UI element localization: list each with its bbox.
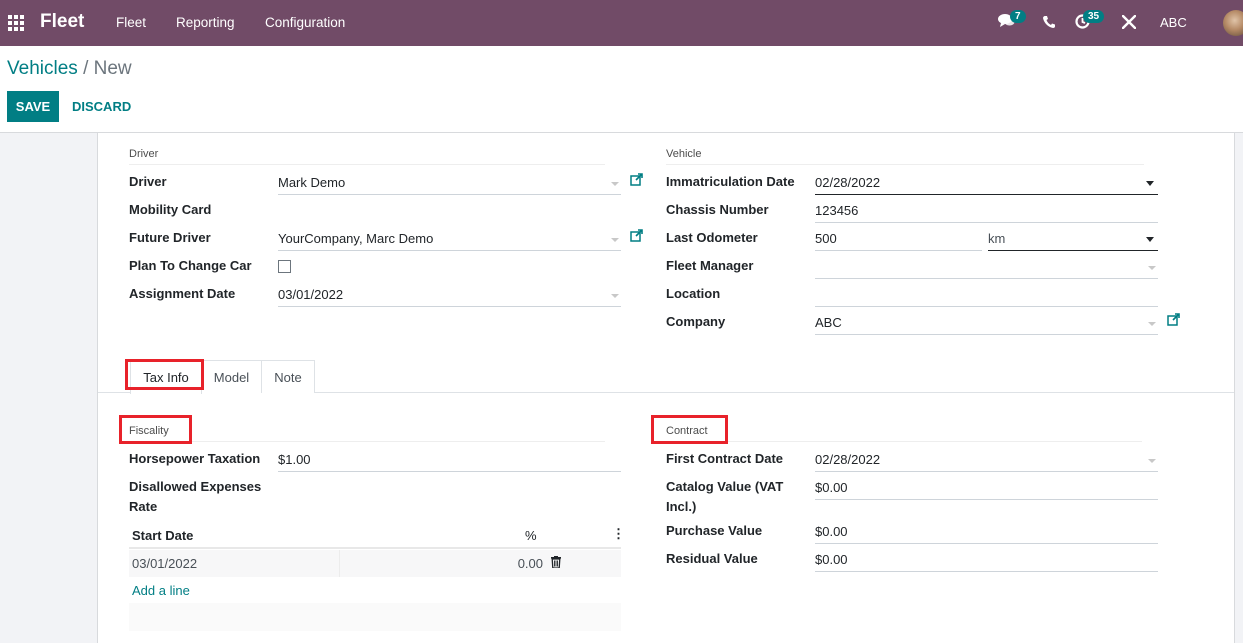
- residual-value-label: Residual Value: [666, 551, 758, 566]
- phone-icon[interactable]: [1043, 15, 1055, 32]
- plan-to-change-car-checkbox[interactable]: [278, 260, 291, 273]
- plan-to-change-car-label: Plan To Change Car: [129, 258, 252, 273]
- immatriculation-date-field[interactable]: 02/28/2022: [815, 173, 1158, 195]
- fleet-manager-field[interactable]: [815, 257, 1158, 279]
- location-label: Location: [666, 286, 721, 301]
- assignment-date-value: 03/01/2022: [278, 287, 344, 302]
- dropdown-caret-icon[interactable]: [1148, 322, 1156, 326]
- dropdown-caret-icon[interactable]: [611, 294, 619, 298]
- discard-button[interactable]: DISCARD: [72, 99, 131, 114]
- purchase-value-value: $0.00: [815, 524, 848, 539]
- row-start-date: 03/01/2022: [132, 556, 198, 571]
- menu-configuration[interactable]: Configuration: [265, 15, 345, 30]
- residual-value-value: $0.00: [815, 552, 848, 567]
- breadcrumb: Vehicles / New: [7, 58, 132, 80]
- odometer-unit-select[interactable]: km: [988, 229, 1158, 251]
- location-field[interactable]: [815, 285, 1158, 307]
- column-start-date[interactable]: Start Date: [132, 528, 193, 543]
- optional-columns-icon[interactable]: ⋮: [612, 526, 625, 542]
- list-empty-row: [129, 603, 621, 631]
- dropdown-caret-icon[interactable]: [1148, 266, 1156, 270]
- immatriculation-date-value: 02/28/2022: [815, 175, 881, 190]
- external-link-icon[interactable]: [1167, 313, 1180, 329]
- odometer-unit-value: km: [988, 231, 1006, 246]
- tools-icon[interactable]: [1121, 14, 1137, 33]
- disallowed-rate-list-header: Start Date % ⋮: [129, 523, 625, 549]
- dropdown-caret-icon[interactable]: [1148, 459, 1156, 463]
- breadcrumb-current: New: [93, 58, 132, 79]
- menu-fleet[interactable]: Fleet: [116, 15, 146, 30]
- table-row[interactable]: 03/01/2022 0.00: [129, 550, 621, 577]
- app-brand[interactable]: Fleet: [40, 11, 84, 33]
- activities-badge: 35: [1083, 10, 1105, 23]
- apps-grid-icon[interactable]: [8, 15, 24, 31]
- last-odometer-value: 500: [815, 231, 837, 246]
- horsepower-taxation-field[interactable]: $1.00: [278, 450, 621, 472]
- catalog-value-field[interactable]: $0.00: [815, 478, 1158, 500]
- dropdown-caret-icon[interactable]: [1146, 181, 1154, 186]
- external-link-icon[interactable]: [630, 229, 643, 245]
- dropdown-caret-icon[interactable]: [1146, 237, 1154, 242]
- trash-icon[interactable]: [551, 556, 561, 571]
- top-navbar: Fleet Fleet Reporting Configuration 7 35…: [0, 0, 1243, 46]
- company-field[interactable]: ABC: [815, 313, 1158, 335]
- future-driver-value: YourCompany, Marc Demo: [278, 231, 434, 246]
- last-odometer-field[interactable]: 500: [815, 229, 982, 251]
- catalog-value-value: $0.00: [815, 480, 848, 495]
- messages-badge: 7: [1010, 10, 1026, 23]
- assignment-date-label: Assignment Date: [129, 286, 236, 301]
- breadcrumb-separator: /: [83, 58, 89, 79]
- first-contract-date-label: First Contract Date: [666, 451, 784, 466]
- vehicle-group-title: Vehicle: [666, 148, 1144, 165]
- chassis-number-label: Chassis Number: [666, 202, 769, 217]
- assignment-date-field[interactable]: 03/01/2022: [278, 285, 621, 307]
- add-a-line-link[interactable]: Add a line: [132, 583, 190, 598]
- column-percent[interactable]: %: [525, 528, 537, 543]
- user-avatar[interactable]: [1223, 10, 1243, 36]
- residual-value-field[interactable]: $0.00: [815, 550, 1158, 572]
- tab-note[interactable]: Note: [261, 360, 315, 393]
- purchase-value-label: Purchase Value: [666, 523, 763, 538]
- mobility-card-label: Mobility Card: [129, 202, 212, 217]
- contract-group-title: Contract: [666, 425, 1142, 442]
- external-link-icon[interactable]: [630, 173, 643, 189]
- save-button[interactable]: SAVE: [7, 91, 59, 122]
- company-switcher[interactable]: ABC: [1160, 15, 1187, 30]
- row-percent: 0.00: [517, 556, 543, 571]
- dropdown-caret-icon[interactable]: [611, 182, 619, 186]
- immatriculation-date-label: Immatriculation Date: [666, 174, 795, 189]
- tab-model[interactable]: Model: [201, 360, 262, 393]
- first-contract-date-value: 02/28/2022: [815, 452, 881, 467]
- chassis-number-value: 123456: [815, 203, 859, 218]
- tab-tax-info[interactable]: Tax Info: [130, 360, 202, 394]
- horsepower-taxation-value: $1.00: [278, 452, 311, 467]
- disallowed-expenses-rate-label: Disallowed Expenses Rate: [129, 479, 262, 514]
- driver-group-title: Driver: [129, 148, 605, 165]
- driver-value: Mark Demo: [278, 175, 346, 190]
- driver-field[interactable]: Mark Demo: [278, 173, 621, 195]
- driver-label: Driver: [129, 174, 167, 189]
- dropdown-caret-icon[interactable]: [611, 238, 619, 242]
- future-driver-label: Future Driver: [129, 230, 211, 245]
- first-contract-date-field[interactable]: 02/28/2022: [815, 450, 1158, 472]
- company-label: Company: [666, 314, 726, 329]
- future-driver-field[interactable]: YourCompany, Marc Demo: [278, 229, 621, 251]
- chassis-number-field[interactable]: 123456: [815, 201, 1158, 223]
- breadcrumb-vehicles[interactable]: Vehicles: [7, 58, 78, 79]
- menu-reporting[interactable]: Reporting: [176, 15, 235, 30]
- catalog-value-label: Catalog Value (VAT Incl.): [666, 479, 784, 514]
- company-value: ABC: [815, 315, 842, 330]
- fiscality-group-title: Fiscality: [129, 425, 605, 442]
- horsepower-taxation-label: Horsepower Taxation: [129, 451, 261, 466]
- purchase-value-field[interactable]: $0.00: [815, 522, 1158, 544]
- last-odometer-label: Last Odometer: [666, 230, 758, 245]
- fleet-manager-label: Fleet Manager: [666, 258, 754, 273]
